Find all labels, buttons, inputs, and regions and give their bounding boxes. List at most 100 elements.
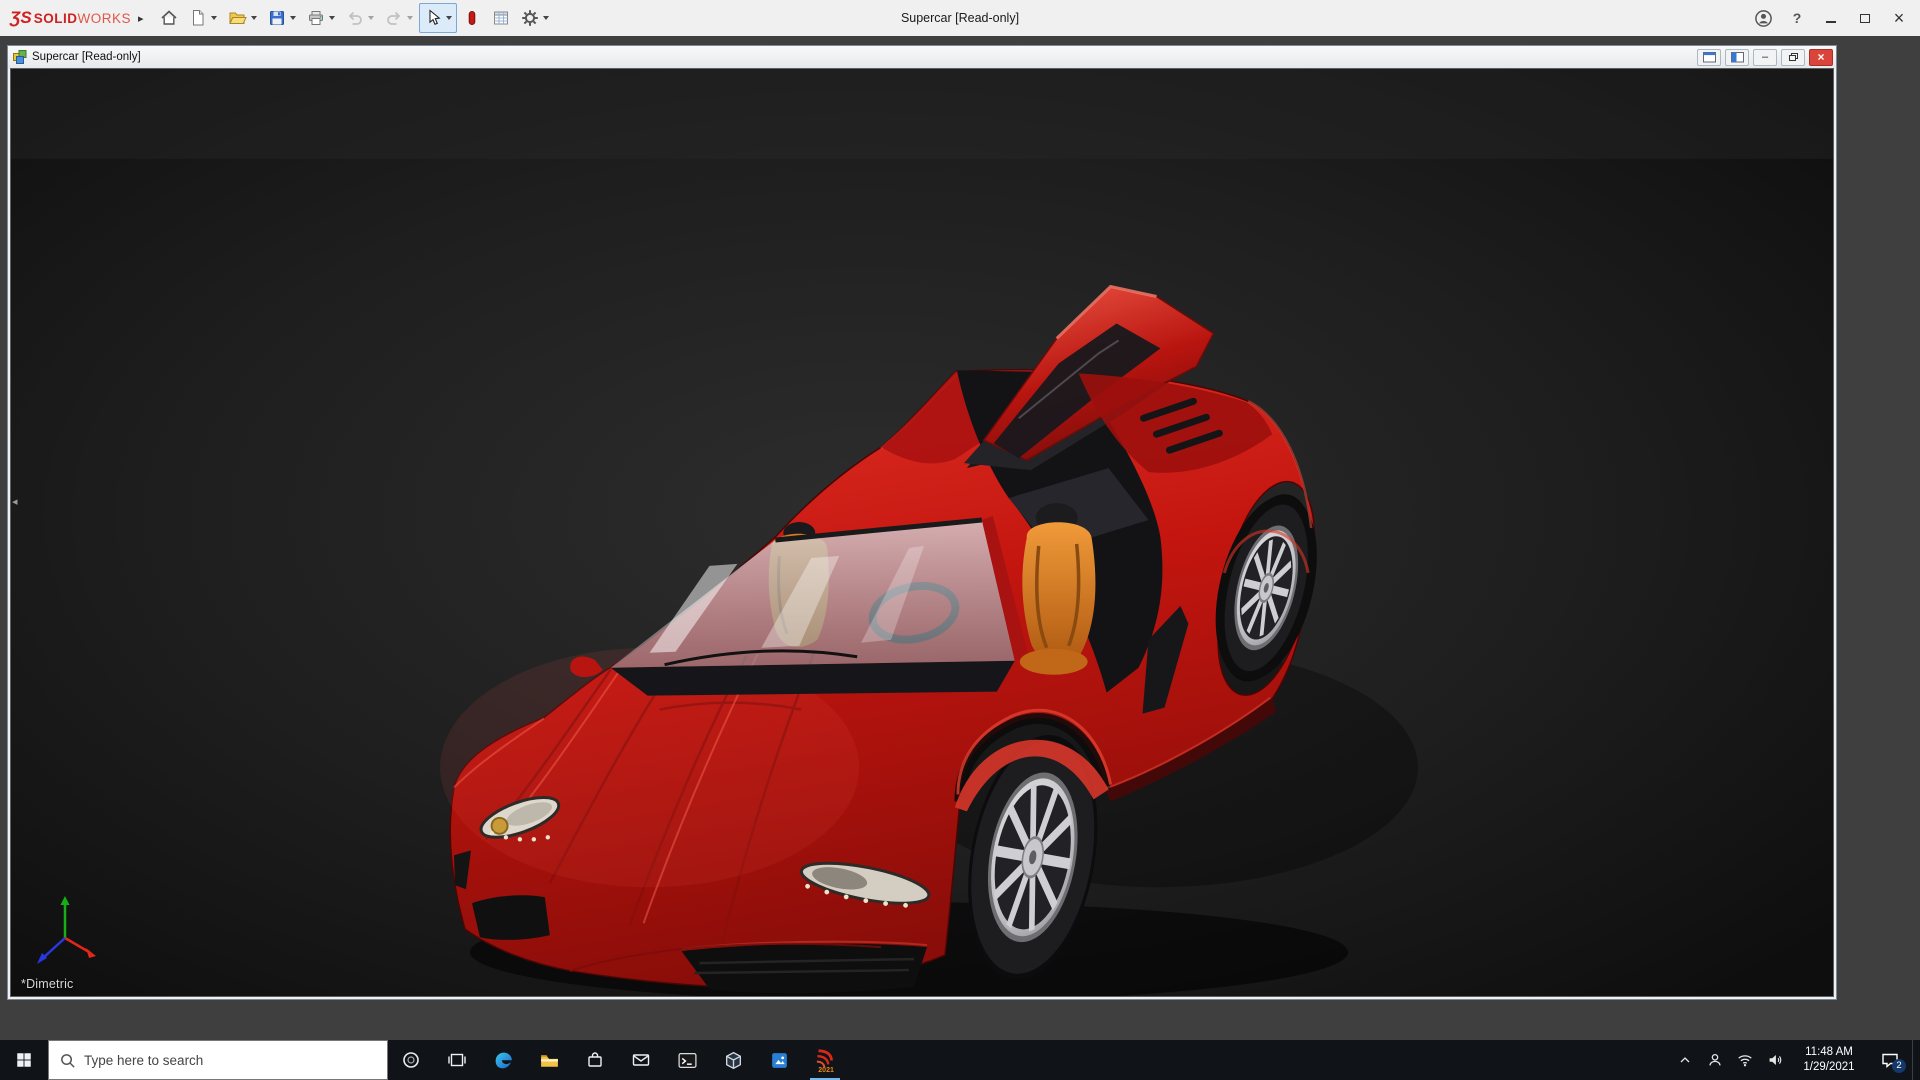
redo-dropdown-icon[interactable] bbox=[406, 16, 413, 20]
solidworks-logo: ƷS SOLID WORKS bbox=[10, 8, 132, 27]
task-view-icon bbox=[448, 1053, 466, 1067]
3d-viewer-button[interactable] bbox=[710, 1040, 756, 1080]
taskbar-search[interactable] bbox=[48, 1040, 388, 1080]
cortana-button[interactable] bbox=[388, 1040, 434, 1080]
window-layout-button-1[interactable] bbox=[1697, 48, 1721, 66]
home-icon bbox=[161, 10, 177, 25]
select-tool-button[interactable] bbox=[418, 3, 457, 33]
window-layout-button-2[interactable] bbox=[1725, 48, 1749, 66]
action-center-button[interactable]: 2 bbox=[1868, 1040, 1912, 1080]
new-document-icon bbox=[192, 10, 204, 26]
select-cursor-icon bbox=[428, 9, 441, 26]
print-icon bbox=[308, 11, 323, 25]
show-desktop-button[interactable] bbox=[1912, 1040, 1920, 1080]
undo-icon bbox=[348, 11, 362, 25]
network-button[interactable] bbox=[1730, 1040, 1760, 1080]
print-dropdown-icon[interactable] bbox=[328, 16, 335, 20]
options-button[interactable] bbox=[516, 3, 554, 33]
ds-logo-glyph: ƷS bbox=[10, 8, 32, 27]
restore-icon bbox=[1788, 53, 1798, 61]
menu-expand-arrow-icon[interactable]: ▸ bbox=[138, 12, 144, 25]
file-explorer-icon bbox=[540, 1054, 558, 1067]
document-titlebar[interactable]: Supercar [Read-only] – × bbox=[8, 46, 1836, 68]
terminal-button[interactable] bbox=[664, 1040, 710, 1080]
document-title: Supercar [Read-only] bbox=[32, 51, 141, 63]
open-button[interactable] bbox=[223, 3, 262, 33]
volume-icon bbox=[1769, 1055, 1782, 1065]
graphics-viewport[interactable]: *Dimetric ◂ bbox=[10, 68, 1834, 997]
edge-icon bbox=[495, 1052, 512, 1068]
minimize-icon bbox=[1826, 21, 1836, 23]
close-icon: × bbox=[1893, 7, 1905, 28]
design-table-icon bbox=[493, 11, 508, 25]
featuremanager-flyout-arrow-icon[interactable]: ◂ bbox=[12, 495, 18, 508]
doc-minimize-button[interactable]: – bbox=[1753, 48, 1777, 66]
solidworks-year-label: 2021 bbox=[818, 1067, 834, 1073]
new-document-dropdown-icon[interactable] bbox=[210, 16, 217, 20]
open-dropdown-icon[interactable] bbox=[250, 16, 257, 20]
mail-button[interactable] bbox=[618, 1040, 664, 1080]
notification-count-badge: 2 bbox=[1892, 1059, 1906, 1073]
clock-time: 11:48 AM bbox=[1805, 1046, 1853, 1059]
window-layout-icon-1 bbox=[1702, 51, 1716, 62]
store-button[interactable] bbox=[572, 1040, 618, 1080]
assembly-icon bbox=[13, 50, 27, 64]
help-icon: ? bbox=[1792, 10, 1802, 26]
photos-button[interactable] bbox=[756, 1040, 802, 1080]
search-input[interactable] bbox=[84, 1052, 344, 1068]
help-button[interactable]: ? bbox=[1780, 0, 1814, 36]
photos-icon bbox=[771, 1052, 787, 1068]
clock-date: 1/29/2021 bbox=[1803, 1061, 1855, 1073]
redo-button[interactable] bbox=[380, 3, 418, 33]
cortana-icon bbox=[403, 1052, 419, 1068]
undo-dropdown-icon[interactable] bbox=[367, 16, 374, 20]
app-titlebar: ƷS SOLID WORKS ▸ Supercar [Read-only] ? … bbox=[0, 0, 1920, 36]
doc-close-button[interactable]: × bbox=[1809, 48, 1833, 66]
search-icon bbox=[61, 1053, 75, 1068]
edge-button[interactable] bbox=[480, 1040, 526, 1080]
document-window: Supercar [Read-only] – × *Dimetric ◂ bbox=[7, 45, 1837, 1000]
options-dropdown-icon[interactable] bbox=[542, 16, 549, 20]
save-icon bbox=[269, 11, 284, 25]
print-button[interactable] bbox=[302, 3, 340, 33]
window-layout-icon-2 bbox=[1730, 51, 1744, 62]
solidworks-taskbar-button[interactable]: 2021 bbox=[802, 1040, 848, 1080]
account-button[interactable] bbox=[1746, 0, 1780, 36]
home-button[interactable] bbox=[155, 3, 183, 33]
start-button[interactable] bbox=[0, 1040, 48, 1080]
task-view-button[interactable] bbox=[434, 1040, 480, 1080]
orientation-triad bbox=[37, 896, 96, 964]
terminal-icon bbox=[677, 1052, 697, 1068]
design-table-button[interactable] bbox=[487, 3, 515, 33]
people-icon bbox=[1709, 1053, 1721, 1066]
app-maximize-button[interactable] bbox=[1848, 0, 1882, 36]
new-document-button[interactable] bbox=[184, 3, 222, 33]
view-orientation-label: *Dimetric bbox=[21, 977, 74, 991]
maximize-icon bbox=[1860, 13, 1870, 23]
solidworks-app-icon: 2021 bbox=[816, 1049, 834, 1073]
app-title: Supercar [Read-only] bbox=[900, 11, 1020, 25]
volume-button[interactable] bbox=[1760, 1040, 1790, 1080]
open-folder-icon bbox=[228, 12, 247, 24]
save-dropdown-icon[interactable] bbox=[289, 16, 296, 20]
tray-hidden-icons-button[interactable] bbox=[1670, 1040, 1700, 1080]
file-explorer-button[interactable] bbox=[526, 1040, 572, 1080]
windows-taskbar: 2021 11:48 AM 1/29/2021 2 bbox=[0, 1040, 1920, 1080]
taskbar-clock[interactable]: 11:48 AM 1/29/2021 bbox=[1790, 1045, 1868, 1075]
tray-people-button[interactable] bbox=[1700, 1040, 1730, 1080]
x-axis-icon bbox=[86, 948, 96, 958]
y-axis-icon bbox=[60, 896, 70, 905]
options-gear-icon bbox=[521, 10, 538, 26]
app-minimize-button[interactable] bbox=[1814, 0, 1848, 36]
select-dropdown-icon[interactable] bbox=[445, 16, 452, 20]
desktop: ƷS SOLID WORKS ▸ Supercar [Read-only] ? … bbox=[0, 0, 1920, 1080]
main-toolbar: ƷS SOLID WORKS ▸ bbox=[0, 3, 554, 33]
red-pill-icon bbox=[468, 11, 475, 25]
save-button[interactable] bbox=[263, 3, 301, 33]
doc-restore-button[interactable] bbox=[1781, 48, 1805, 66]
undo-button[interactable] bbox=[341, 3, 379, 33]
supercar-3d-model[interactable] bbox=[11, 69, 1833, 996]
viewport-style-button[interactable] bbox=[458, 3, 486, 33]
app-close-button[interactable]: × bbox=[1882, 0, 1916, 36]
store-icon bbox=[588, 1052, 602, 1067]
